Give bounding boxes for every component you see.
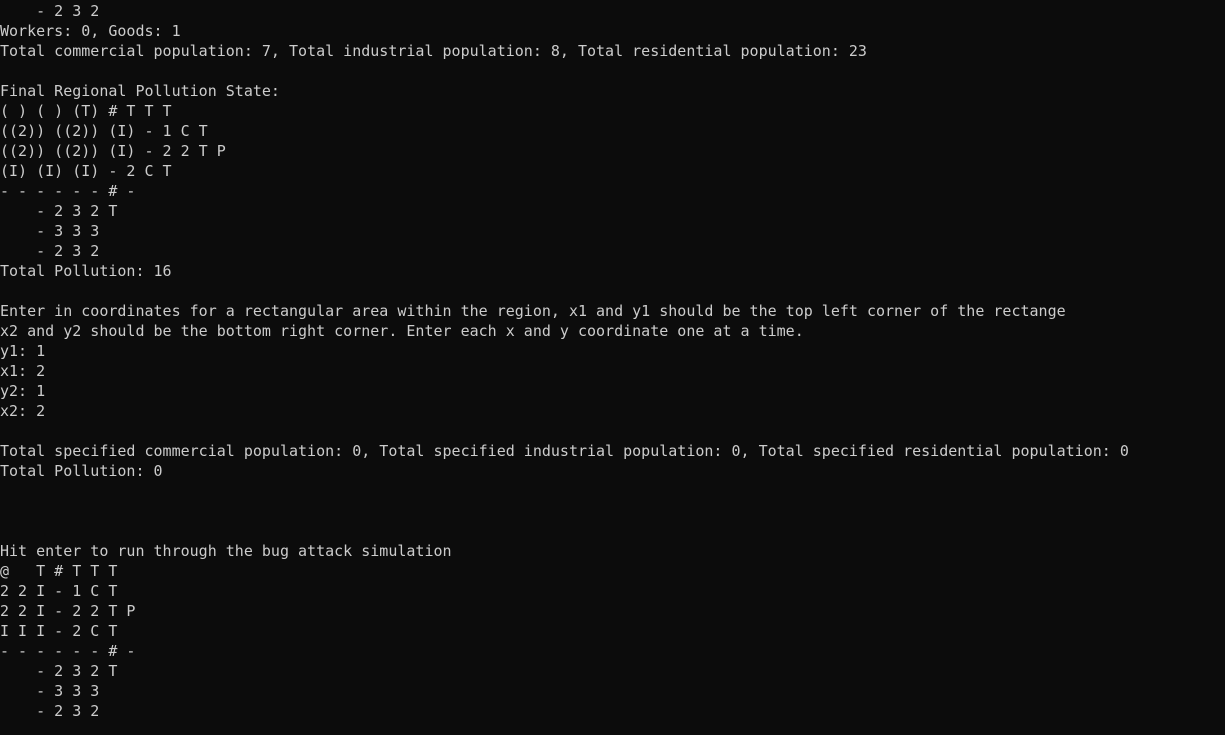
console-line: (I) (I) (I) - 2 C T xyxy=(0,162,172,180)
console-line: - 2 3 2 T xyxy=(0,662,118,680)
console-line: x1: 2 xyxy=(0,362,46,380)
console-line: Workers: 0, Goods: 1 xyxy=(0,22,181,40)
console-line: @ T # T T T xyxy=(0,562,118,580)
console-line: ((2)) ((2)) (I) - 1 C T xyxy=(0,122,208,140)
console-line: Total specified commercial population: 0… xyxy=(0,442,1129,460)
console-line: - 2 3 2 xyxy=(0,2,100,20)
console-line: 2 2 I - 1 C T xyxy=(0,582,118,600)
console-line: Hit enter to run through the bug attack … xyxy=(0,542,452,560)
console-line: Total Pollution: 0 xyxy=(0,462,163,480)
console-line: Final Regional Pollution State: xyxy=(0,82,280,100)
console-line: ((2)) ((2)) (I) - 2 2 T P xyxy=(0,142,226,160)
console-line: y2: 1 xyxy=(0,382,46,400)
console-line: 2 2 I - 2 2 T P xyxy=(0,602,136,620)
console-line: x2 and y2 should be the bottom right cor… xyxy=(0,322,804,340)
console-line: - - - - - - # - xyxy=(0,182,136,200)
console-line: Total Pollution: 16 xyxy=(0,262,172,280)
console-output[interactable]: - 2 3 2 Workers: 0, Goods: 1 Total comme… xyxy=(0,1,1225,735)
console-line: Total commercial population: 7, Total in… xyxy=(0,42,867,60)
console-line: - 2 3 2 xyxy=(0,702,100,720)
console-line: ( ) ( ) (T) # T T T xyxy=(0,102,172,120)
console-line: y1: 1 xyxy=(0,342,46,360)
console-line: x2: 2 xyxy=(0,402,46,420)
console-line: - 3 3 3 xyxy=(0,222,100,240)
console-line: I I I - 2 C T xyxy=(0,622,118,640)
console-line: Enter in coordinates for a rectangular a… xyxy=(0,302,1066,320)
console-line: - 2 3 2 T xyxy=(0,202,118,220)
console-line: - 3 3 3 xyxy=(0,682,100,700)
console-line: - - - - - - # - xyxy=(0,642,136,660)
console-line: - 2 3 2 xyxy=(0,242,100,260)
